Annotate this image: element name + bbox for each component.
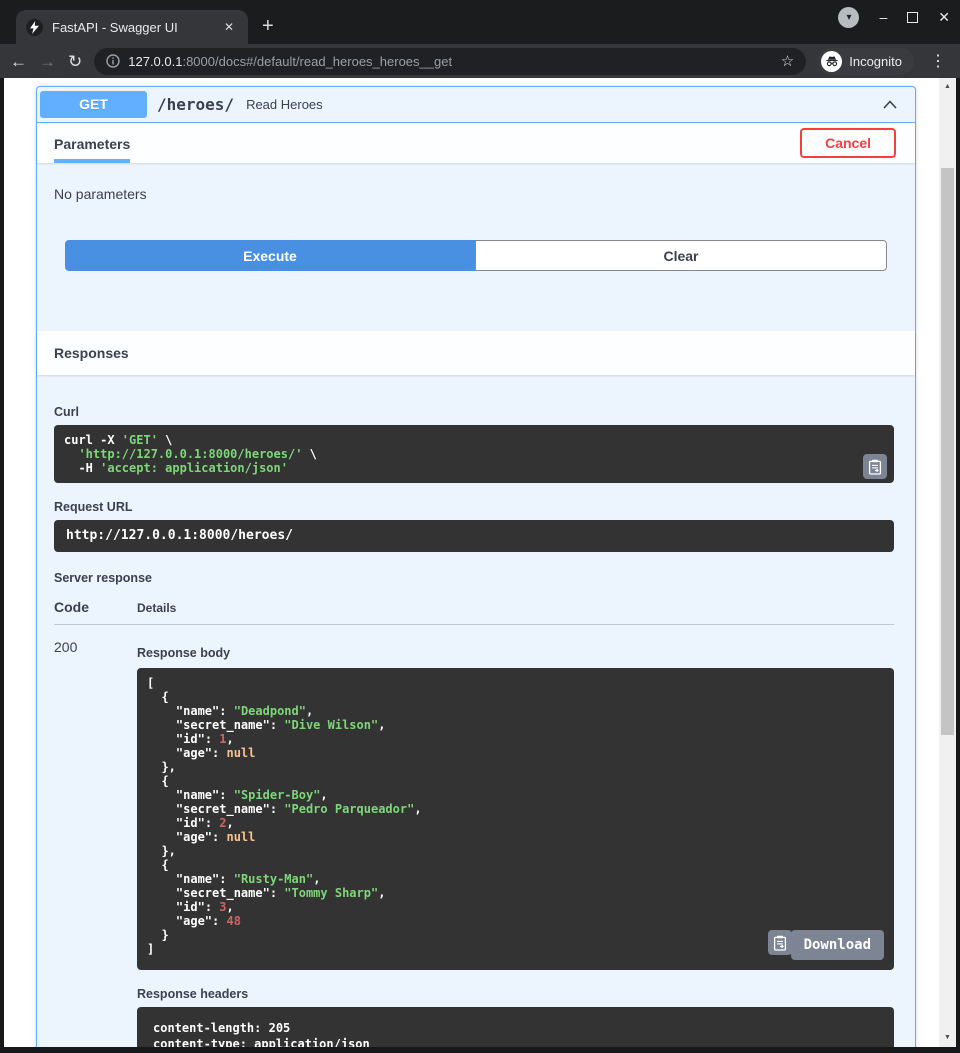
responses-body: Curl curl -X 'GET' \ 'http://127.0.0.1:8… [37, 375, 915, 1047]
spacer [37, 297, 915, 331]
scroll-down-icon[interactable]: ▼ [939, 1031, 956, 1045]
tab-title: FastAPI - Swagger UI [52, 20, 211, 35]
responses-title: Responses [54, 331, 129, 375]
execute-wrapper: Execute Clear [37, 232, 915, 297]
tab-parameters[interactable]: Parameters [54, 123, 130, 163]
page-info-icon[interactable] [106, 54, 120, 68]
download-button[interactable]: Download [791, 930, 884, 960]
request-url-value: http://127.0.0.1:8000/heroes/ [54, 520, 894, 552]
endpoint-summary: Read Heroes [246, 97, 323, 112]
address-bar[interactable]: 127.0.0.1:8000/docs#/default/read_heroes… [94, 48, 806, 75]
cancel-button[interactable]: Cancel [800, 128, 896, 158]
copy-response-button[interactable] [768, 930, 792, 955]
copy-curl-button[interactable] [863, 454, 887, 479]
collapse-chevron-icon[interactable] [880, 95, 900, 115]
scrollbar-thumb[interactable] [941, 168, 954, 735]
code-column-header: Code [54, 599, 137, 615]
forward-icon[interactable]: → [39, 53, 56, 70]
bookmark-star-icon[interactable]: ☆ [781, 52, 794, 70]
page-viewport: GET /heroes/ Read Heroes Parameters Canc… [0, 78, 960, 1053]
responses-table-head: Code Details [54, 599, 894, 625]
responses-header: Responses [37, 331, 915, 375]
response-body-label: Response body [137, 646, 894, 660]
response-row-200: 200 Response body [ { "name": "Deadpond"… [54, 625, 894, 1047]
tab-fastapi-swagger[interactable]: FastAPI - Swagger UI ✕ [16, 10, 248, 44]
tab-strip: FastAPI - Swagger UI ✕ + ▾ – ✕ [0, 0, 960, 44]
server-response-label: Server response [54, 571, 894, 585]
parameters-header: Parameters Cancel [37, 123, 915, 163]
opblock-summary[interactable]: GET /heroes/ Read Heroes [37, 87, 915, 123]
maximize-icon[interactable] [907, 12, 918, 23]
browser-toolbar: ← → ↻ 127.0.0.1:8000/docs#/default/read_… [0, 44, 960, 78]
vertical-scrollbar: ▲ ▼ [939, 78, 956, 1047]
back-icon[interactable]: ← [10, 53, 27, 70]
incognito-label: Incognito [849, 54, 902, 69]
minimize-icon[interactable]: – [879, 10, 887, 24]
browser-window: FastAPI - Swagger UI ✕ + ▾ – ✕ ← → ↻ 127… [0, 0, 960, 1053]
details-column-header: Details [137, 601, 176, 615]
url-path: :8000/docs#/default/read_heroes_heroes__… [182, 54, 452, 69]
response-headers-label: Response headers [137, 987, 894, 1001]
execute-button[interactable]: Execute [65, 240, 475, 271]
fastapi-favicon-icon [26, 19, 43, 36]
status-code: 200 [54, 639, 137, 1047]
window-close-icon[interactable]: ✕ [938, 10, 950, 24]
response-details: Response body [ { "name": "Deadpond", "s… [137, 639, 894, 1047]
response-body-code: [ { "name": "Deadpond", "secret_name": "… [137, 668, 894, 970]
incognito-icon [821, 51, 842, 72]
url-host: 127.0.0.1 [128, 54, 182, 69]
curl-label: Curl [54, 405, 894, 419]
reload-icon[interactable]: ↻ [68, 53, 82, 70]
new-tab-icon[interactable]: + [262, 15, 274, 38]
clear-button[interactable]: Clear [475, 240, 887, 271]
curl-code: curl -X 'GET' \ 'http://127.0.0.1:8000/h… [54, 425, 894, 483]
scroll-up-icon[interactable]: ▲ [939, 80, 956, 94]
method-badge: GET [40, 91, 147, 118]
response-headers-code: content-length: 205content-type: applica… [137, 1007, 894, 1047]
responses-table: Code Details 200 Response body [ { "name… [54, 599, 894, 1047]
tab-close-icon[interactable]: ✕ [220, 18, 238, 36]
opblock-get-heroes: GET /heroes/ Read Heroes Parameters Canc… [36, 86, 916, 1047]
endpoint-path: /heroes/ [157, 95, 234, 114]
request-url-label: Request URL [54, 500, 894, 514]
no-parameters-text: No parameters [37, 163, 915, 232]
incognito-badge: Incognito [818, 48, 914, 75]
window-controls: ▾ – ✕ [838, 0, 950, 34]
swagger-page: GET /heroes/ Read Heroes Parameters Canc… [4, 78, 939, 1047]
browser-menu-icon[interactable]: ⋮ [926, 51, 950, 71]
tab-search-icon[interactable]: ▾ [838, 7, 859, 28]
url-text[interactable]: 127.0.0.1:8000/docs#/default/read_heroes… [128, 54, 773, 69]
